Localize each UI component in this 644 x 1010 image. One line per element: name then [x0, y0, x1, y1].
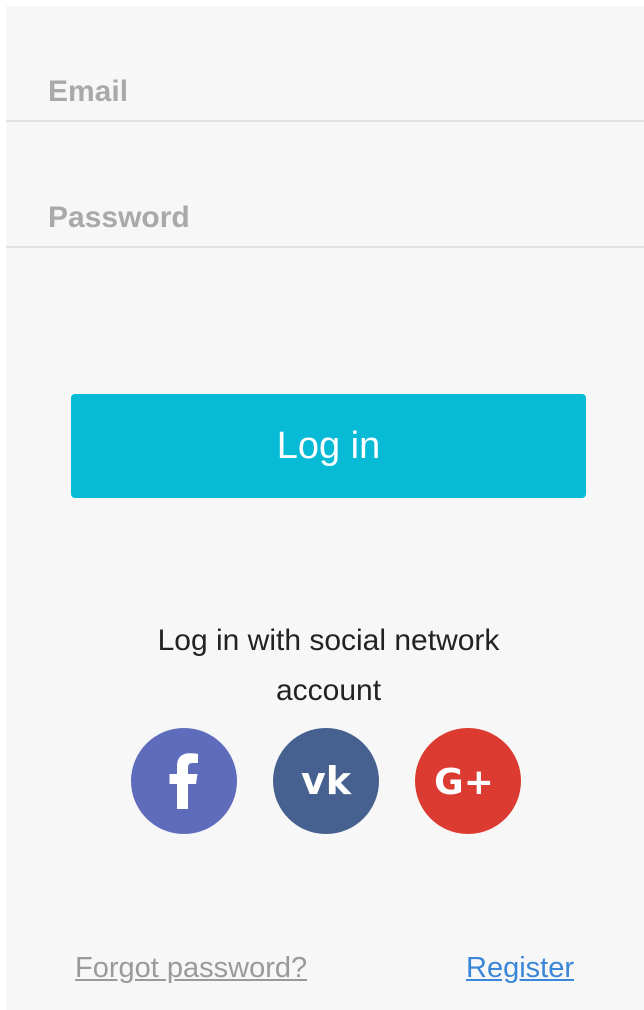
social-login-caption: Log in with social network account	[157, 624, 500, 707]
svg-text:G+: G+	[434, 762, 494, 803]
register-link[interactable]: Register	[466, 952, 574, 985]
email-input[interactable]	[48, 72, 608, 112]
facebook-login-button[interactable]	[131, 728, 237, 834]
facebook-icon	[169, 753, 198, 809]
vk-icon: vk	[301, 759, 352, 803]
vk-login-button[interactable]: vk	[273, 728, 379, 834]
login-panel: Log in Log in with social network accoun…	[6, 6, 644, 1010]
forgot-password-link[interactable]: Forgot password?	[75, 952, 307, 985]
email-field	[6, 64, 644, 122]
password-field	[6, 190, 644, 248]
google-plus-login-button[interactable]: G+	[415, 728, 521, 834]
svg-text:vk: vk	[301, 759, 352, 803]
login-button[interactable]: Log in	[71, 394, 586, 498]
google-plus-icon: G+	[434, 762, 494, 803]
password-input[interactable]	[48, 198, 608, 238]
